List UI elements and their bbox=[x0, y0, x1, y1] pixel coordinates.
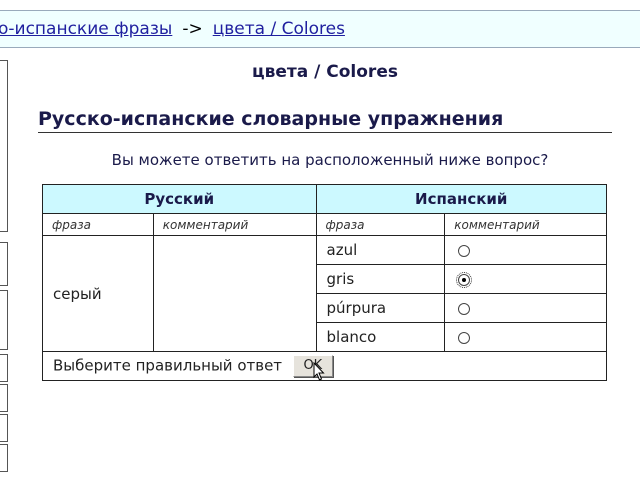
radio-blanco[interactable] bbox=[458, 331, 471, 344]
option-radio-cell bbox=[444, 264, 607, 294]
russian-word: серый bbox=[42, 235, 154, 352]
option-label: azul bbox=[315, 235, 446, 265]
left-frame-edge bbox=[0, 444, 8, 472]
breadcrumb-link-phrases[interactable]: о-испанские фразы bbox=[0, 19, 172, 39]
subheader-phrase-ru: фраза bbox=[42, 213, 154, 236]
page-title: Русско-испанские словарные упражнения bbox=[38, 108, 612, 133]
left-frame-edge bbox=[0, 60, 8, 232]
russian-comment bbox=[152, 235, 317, 352]
option-label: gris bbox=[315, 264, 446, 294]
exercise-table: Русский Испанский фраза комментарий фраз… bbox=[42, 184, 607, 381]
left-frame-edge bbox=[0, 414, 8, 442]
radio-purpura[interactable] bbox=[458, 302, 471, 315]
subheader-phrase-es: фраза bbox=[315, 213, 446, 236]
option-label: púrpura bbox=[315, 293, 446, 323]
page-subtitle: цвета / Colores bbox=[252, 62, 398, 82]
column-header-spanish: Испанский bbox=[315, 184, 607, 214]
breadcrumb-separator: -> bbox=[182, 19, 203, 39]
subheader-comment-es: комментарий bbox=[444, 213, 607, 236]
radio-azul[interactable] bbox=[458, 244, 471, 257]
option-label: blanco bbox=[315, 322, 446, 352]
subheader-comment-ru: комментарий bbox=[152, 213, 317, 236]
breadcrumb: о-испанские фразы -> цвета / Colores bbox=[0, 19, 345, 39]
left-frame-edge bbox=[0, 290, 8, 350]
question-text: Вы можете ответить на расположенный ниже… bbox=[111, 151, 549, 169]
mouse-cursor-icon bbox=[313, 362, 325, 381]
radio-gris[interactable] bbox=[456, 271, 473, 288]
left-frame-edge bbox=[0, 242, 8, 286]
option-radio-cell bbox=[444, 293, 607, 323]
left-frame-edge bbox=[0, 384, 8, 412]
answer-prompt: Выберите правильный ответ bbox=[53, 356, 283, 375]
option-radio-cell bbox=[444, 322, 607, 352]
column-header-russian: Русский bbox=[42, 184, 317, 214]
left-frame-edge bbox=[0, 354, 8, 382]
breadcrumb-bar: о-испанские фразы -> цвета / Colores bbox=[0, 10, 640, 48]
option-radio-cell bbox=[444, 235, 607, 265]
breadcrumb-link-colors[interactable]: цвета / Colores bbox=[213, 19, 345, 39]
